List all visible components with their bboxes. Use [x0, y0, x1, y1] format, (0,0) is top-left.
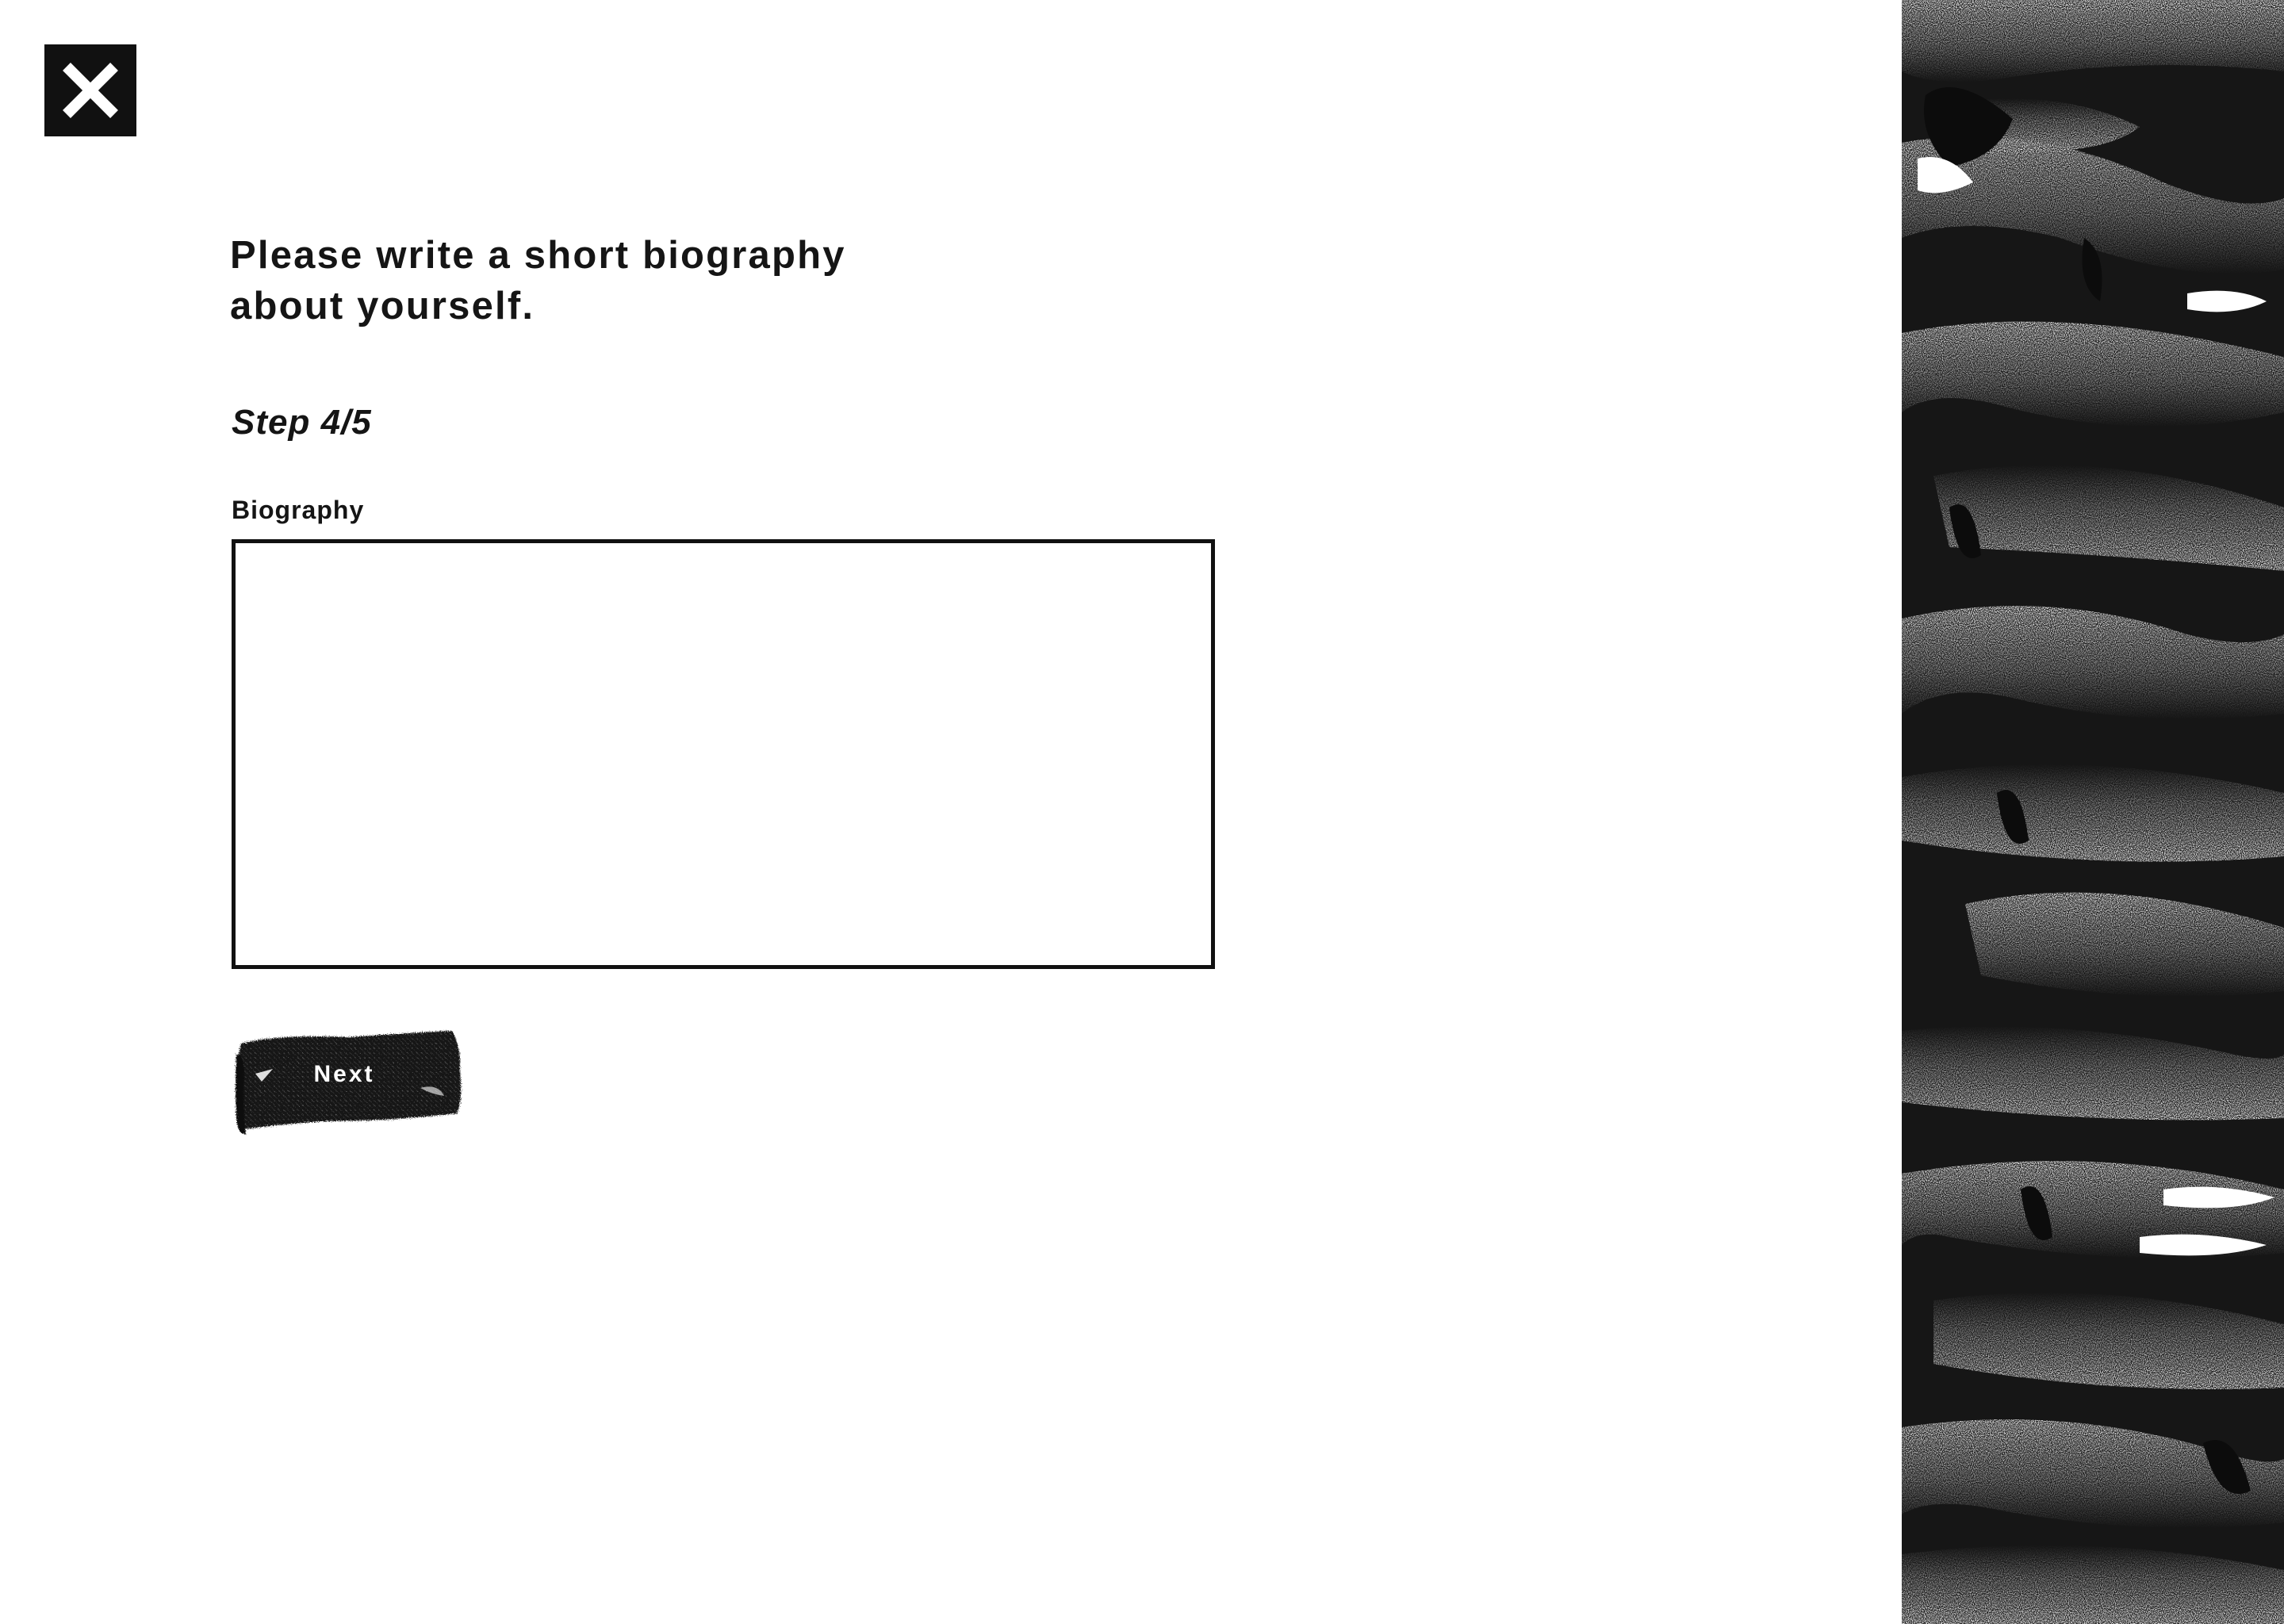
- close-icon: [63, 63, 118, 118]
- biography-label: Biography: [232, 496, 365, 524]
- page-title: Please write a short biography about you…: [230, 234, 846, 327]
- close-button[interactable]: [44, 44, 136, 136]
- decorative-art-panel: [1902, 0, 2284, 1624]
- form-container: Please write a short biography about you…: [230, 230, 1261, 1135]
- stippled-ribbon-art: [1902, 0, 2284, 1624]
- next-button[interactable]: Next: [230, 1023, 468, 1142]
- page: Please write a short biography about you…: [0, 0, 2284, 1624]
- step-indicator: Step 4/5: [232, 403, 372, 442]
- next-button-label: Next: [313, 1061, 375, 1087]
- biography-textarea[interactable]: [232, 539, 1215, 969]
